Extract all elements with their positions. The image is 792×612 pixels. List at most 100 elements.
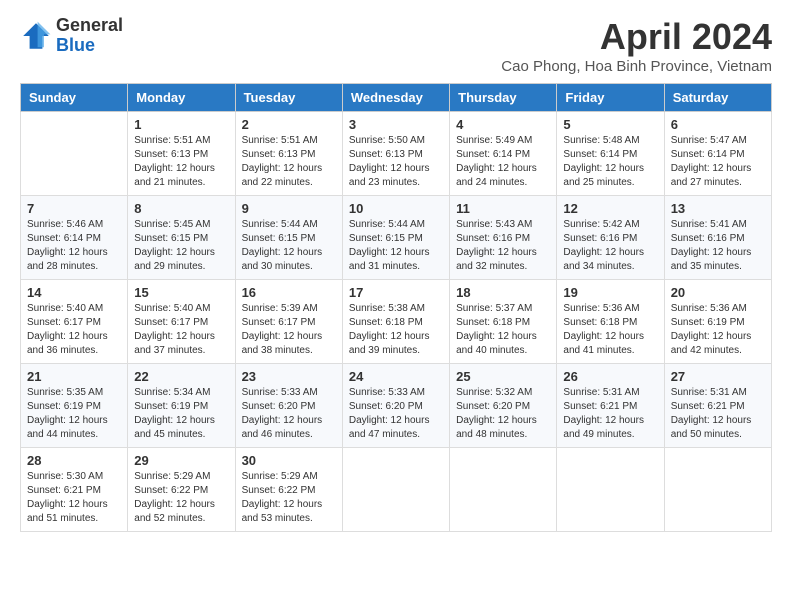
day-number: 3 <box>349 117 443 132</box>
header-day-wednesday: Wednesday <box>342 84 449 112</box>
day-number: 10 <box>349 201 443 216</box>
day-number: 18 <box>456 285 550 300</box>
day-number: 20 <box>671 285 765 300</box>
day-cell: 7 Sunrise: 5:46 AMSunset: 6:14 PMDaylight… <box>21 196 128 280</box>
location-subtitle: Cao Phong, Hoa Binh Province, Vietnam <box>501 58 772 75</box>
day-cell: 25 Sunrise: 5:32 AMSunset: 6:20 PMDayligh… <box>450 364 557 448</box>
day-info: Sunrise: 5:31 AMSunset: 6:21 PMDaylight:… <box>563 386 657 442</box>
day-info: Sunrise: 5:32 AMSunset: 6:20 PMDaylight:… <box>456 386 550 442</box>
day-cell: 2 Sunrise: 5:51 AMSunset: 6:13 PMDaylight… <box>235 112 342 196</box>
day-info: Sunrise: 5:35 AMSunset: 6:19 PMDaylight:… <box>27 386 121 442</box>
logo-icon <box>20 20 52 52</box>
day-info: Sunrise: 5:31 AMSunset: 6:21 PMDaylight:… <box>671 386 765 442</box>
day-number: 22 <box>134 369 228 384</box>
day-number: 15 <box>134 285 228 300</box>
day-cell: 29 Sunrise: 5:29 AMSunset: 6:22 PMDayligh… <box>128 448 235 532</box>
day-number: 8 <box>134 201 228 216</box>
calendar-body: 1 Sunrise: 5:51 AMSunset: 6:13 PMDaylight… <box>21 112 772 532</box>
day-cell: 30 Sunrise: 5:29 AMSunset: 6:22 PMDayligh… <box>235 448 342 532</box>
day-cell: 1 Sunrise: 5:51 AMSunset: 6:13 PMDaylight… <box>128 112 235 196</box>
day-cell: 20 Sunrise: 5:36 AMSunset: 6:19 PMDayligh… <box>664 280 771 364</box>
week-row-5: 28 Sunrise: 5:30 AMSunset: 6:21 PMDayligh… <box>21 448 772 532</box>
week-row-4: 21 Sunrise: 5:35 AMSunset: 6:19 PMDayligh… <box>21 364 772 448</box>
header-day-friday: Friday <box>557 84 664 112</box>
day-info: Sunrise: 5:40 AMSunset: 6:17 PMDaylight:… <box>27 302 121 358</box>
day-info: Sunrise: 5:29 AMSunset: 6:22 PMDaylight:… <box>134 470 228 526</box>
day-info: Sunrise: 5:39 AMSunset: 6:17 PMDaylight:… <box>242 302 336 358</box>
day-info: Sunrise: 5:36 AMSunset: 6:19 PMDaylight:… <box>671 302 765 358</box>
day-cell: 23 Sunrise: 5:33 AMSunset: 6:20 PMDayligh… <box>235 364 342 448</box>
logo-general-text: General <box>56 16 123 36</box>
day-number: 12 <box>563 201 657 216</box>
day-number: 26 <box>563 369 657 384</box>
header-day-monday: Monday <box>128 84 235 112</box>
day-number: 19 <box>563 285 657 300</box>
day-number: 23 <box>242 369 336 384</box>
calendar-header: SundayMondayTuesdayWednesdayThursdayFrid… <box>21 84 772 112</box>
day-info: Sunrise: 5:48 AMSunset: 6:14 PMDaylight:… <box>563 134 657 190</box>
day-info: Sunrise: 5:29 AMSunset: 6:22 PMDaylight:… <box>242 470 336 526</box>
week-row-3: 14 Sunrise: 5:40 AMSunset: 6:17 PMDayligh… <box>21 280 772 364</box>
day-info: Sunrise: 5:43 AMSunset: 6:16 PMDaylight:… <box>456 218 550 274</box>
day-cell: 26 Sunrise: 5:31 AMSunset: 6:21 PMDayligh… <box>557 364 664 448</box>
day-info: Sunrise: 5:37 AMSunset: 6:18 PMDaylight:… <box>456 302 550 358</box>
day-cell: 9Sunrise: 5:44 AMSunset: 6:15 PMDaylight… <box>235 196 342 280</box>
day-number: 21 <box>27 369 121 384</box>
day-info: Sunrise: 5:33 AMSunset: 6:20 PMDaylight:… <box>349 386 443 442</box>
day-cell: 11 Sunrise: 5:43 AMSunset: 6:16 PMDayligh… <box>450 196 557 280</box>
day-number: 25 <box>456 369 550 384</box>
day-cell: 3 Sunrise: 5:50 AMSunset: 6:13 PMDaylight… <box>342 112 449 196</box>
day-info: Sunrise: 5:38 AMSunset: 6:18 PMDaylight:… <box>349 302 443 358</box>
day-cell: 18 Sunrise: 5:37 AMSunset: 6:18 PMDayligh… <box>450 280 557 364</box>
day-cell: 24 Sunrise: 5:33 AMSunset: 6:20 PMDayligh… <box>342 364 449 448</box>
logo-text: General Blue <box>56 16 123 56</box>
day-cell: 8Sunrise: 5:45 AMSunset: 6:15 PMDaylight… <box>128 196 235 280</box>
day-number: 13 <box>671 201 765 216</box>
day-cell <box>557 448 664 532</box>
day-cell: 19 Sunrise: 5:36 AMSunset: 6:18 PMDayligh… <box>557 280 664 364</box>
day-cell <box>342 448 449 532</box>
day-info: Sunrise: 5:42 AMSunset: 6:16 PMDaylight:… <box>563 218 657 274</box>
day-cell <box>21 112 128 196</box>
day-cell: 6Sunrise: 5:47 AMSunset: 6:14 PMDaylight… <box>664 112 771 196</box>
header-day-saturday: Saturday <box>664 84 771 112</box>
day-number: 24 <box>349 369 443 384</box>
day-cell <box>450 448 557 532</box>
day-number: 7 <box>27 201 121 216</box>
day-info: Sunrise: 5:51 AMSunset: 6:13 PMDaylight:… <box>242 134 336 190</box>
day-number: 5 <box>563 117 657 132</box>
header-day-tuesday: Tuesday <box>235 84 342 112</box>
day-info: Sunrise: 5:50 AMSunset: 6:13 PMDaylight:… <box>349 134 443 190</box>
day-cell: 28 Sunrise: 5:30 AMSunset: 6:21 PMDayligh… <box>21 448 128 532</box>
logo-blue-text: Blue <box>56 36 123 56</box>
day-cell: 14 Sunrise: 5:40 AMSunset: 6:17 PMDayligh… <box>21 280 128 364</box>
day-info: Sunrise: 5:41 AMSunset: 6:16 PMDaylight:… <box>671 218 765 274</box>
title-area: April 2024 Cao Phong, Hoa Binh Province,… <box>501 16 772 75</box>
day-number: 1 <box>134 117 228 132</box>
day-cell: 16Sunrise: 5:39 AMSunset: 6:17 PMDayligh… <box>235 280 342 364</box>
day-info: Sunrise: 5:33 AMSunset: 6:20 PMDaylight:… <box>242 386 336 442</box>
day-number: 2 <box>242 117 336 132</box>
day-cell: 17 Sunrise: 5:38 AMSunset: 6:18 PMDayligh… <box>342 280 449 364</box>
day-number: 29 <box>134 453 228 468</box>
day-info: Sunrise: 5:46 AMSunset: 6:14 PMDaylight:… <box>27 218 121 274</box>
day-cell: 4Sunrise: 5:49 AMSunset: 6:14 PMDaylight… <box>450 112 557 196</box>
logo: General Blue <box>20 16 123 56</box>
day-number: 11 <box>456 201 550 216</box>
week-row-2: 7 Sunrise: 5:46 AMSunset: 6:14 PMDaylight… <box>21 196 772 280</box>
header: General Blue April 2024 Cao Phong, Hoa B… <box>20 16 772 75</box>
header-day-thursday: Thursday <box>450 84 557 112</box>
day-cell <box>664 448 771 532</box>
day-info: Sunrise: 5:30 AMSunset: 6:21 PMDaylight:… <box>27 470 121 526</box>
day-cell: 15Sunrise: 5:40 AMSunset: 6:17 PMDayligh… <box>128 280 235 364</box>
day-number: 14 <box>27 285 121 300</box>
header-row: SundayMondayTuesdayWednesdayThursdayFrid… <box>21 84 772 112</box>
day-number: 28 <box>27 453 121 468</box>
month-year-title: April 2024 <box>501 16 772 58</box>
day-number: 30 <box>242 453 336 468</box>
day-info: Sunrise: 5:51 AMSunset: 6:13 PMDaylight:… <box>134 134 228 190</box>
day-info: Sunrise: 5:44 AMSunset: 6:15 PMDaylight:… <box>242 218 336 274</box>
day-info: Sunrise: 5:36 AMSunset: 6:18 PMDaylight:… <box>563 302 657 358</box>
day-number: 17 <box>349 285 443 300</box>
day-info: Sunrise: 5:47 AMSunset: 6:14 PMDaylight:… <box>671 134 765 190</box>
